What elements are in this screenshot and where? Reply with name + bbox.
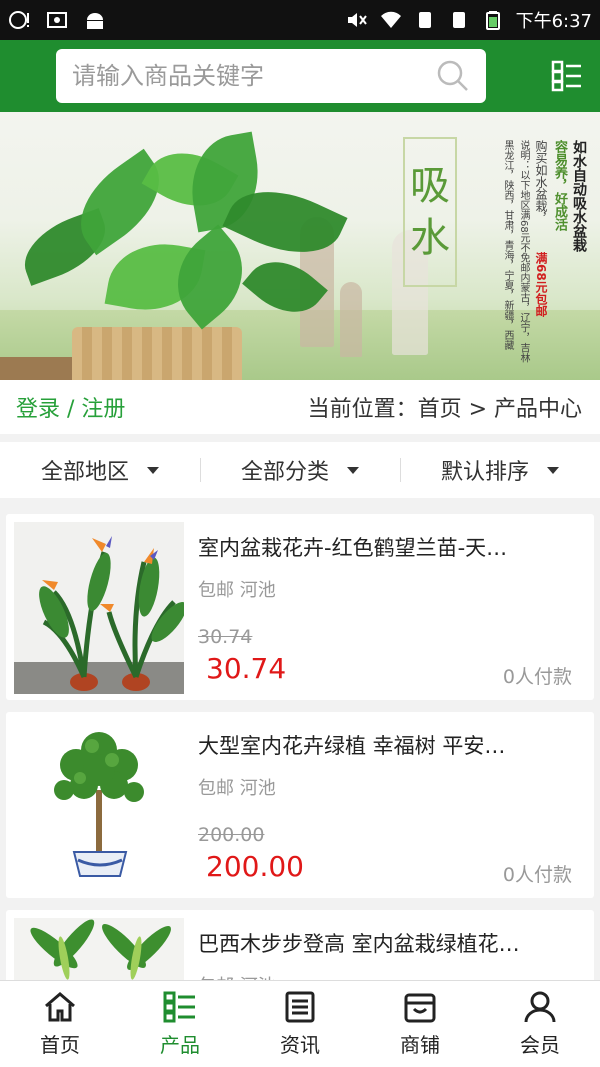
tab-label: 商铺 [400, 1032, 440, 1057]
list-menu-icon [551, 60, 581, 92]
dropdown-arrow-icon [547, 466, 559, 474]
product-image [14, 720, 184, 892]
calligraphy-char: 水 [410, 215, 450, 261]
breadcrumb-bar: 登录 / 注册 当前位置：首页 > 产品中心 [0, 380, 600, 434]
app-header [0, 40, 600, 112]
product-info: 大型室内花卉绿植 幸福树 平安… 包邮 河池 200.00 200.00 0人付… [184, 720, 586, 890]
banner-promo-note: 说明：以下地区满68元不免邮内蒙古，辽宁，吉林 [518, 140, 529, 363]
screenshot-icon [47, 12, 67, 28]
shop-icon [404, 993, 436, 1022]
search-box[interactable] [56, 49, 486, 103]
news-icon [285, 991, 315, 1022]
tab-home[interactable]: 首页 [0, 981, 120, 1067]
plant-pot [72, 327, 242, 380]
product-title: 大型室内花卉绿植 幸福树 平安… [198, 734, 506, 758]
filter-bar: 全部地区 全部分类 默认排序 [0, 442, 600, 498]
login-register-link[interactable]: 登录 / 注册 [16, 391, 125, 423]
product-meta: 包邮 河池 [198, 580, 276, 601]
original-price: 200.00 [198, 824, 265, 846]
product-title: 巴西木步步登高 室内盆栽绿植花… [198, 932, 520, 956]
notification-icon [9, 11, 29, 29]
product-title: 室内盆栽花卉-红色鹤望兰苗-天… [198, 536, 508, 560]
product-list-icon [163, 991, 195, 1022]
home-icon [45, 991, 75, 1021]
filter-sort[interactable]: 默认排序 [400, 454, 600, 486]
tab-news[interactable]: 资讯 [240, 981, 360, 1067]
dropdown-arrow-icon [147, 466, 159, 474]
tab-member[interactable]: 会员 [480, 981, 600, 1067]
product-meta: 包邮 河池 [198, 778, 276, 799]
tab-products[interactable]: 产品 [120, 981, 240, 1067]
filter-category[interactable]: 全部分类 [200, 454, 400, 486]
tab-label: 资讯 [280, 1032, 320, 1057]
banner-child [340, 282, 362, 357]
status-bar: 下午6:37 [0, 0, 600, 40]
tab-label: 首页 [40, 1032, 80, 1057]
search-icon[interactable] [436, 59, 470, 93]
battery-icon [485, 11, 500, 30]
banner-promo-note: 黑龙江，陕西，甘肃，青海，宁夏，新疆，西藏 [502, 140, 513, 350]
android-icon [87, 13, 103, 29]
tab-label: 产品 [160, 1032, 200, 1057]
status-time: 下午6:37 [515, 11, 592, 32]
member-icon [524, 991, 556, 1022]
sale-price: 30.74 [206, 652, 287, 685]
filter-label: 全部分类 [240, 460, 329, 485]
banner-promo-highlight: 满68元包邮 [534, 252, 548, 317]
product-list: 室内盆栽花卉-红色鹤望兰苗-天… 包邮 河池 30.74 30.74 0人付款 [0, 508, 600, 980]
banner-tagline: 容易养，好成活 [552, 140, 567, 231]
product-image [14, 522, 184, 694]
paid-count: 0人付款 [502, 666, 572, 688]
promo-banner[interactable]: 吸 水 如水自动吸水盆栽 容易养，好成活 购买如水盆栽， 满68元包邮 说明：以… [0, 112, 600, 380]
search-input[interactable] [72, 62, 436, 90]
calligraphy-char: 吸 [410, 163, 450, 209]
banner-promo-prefix: 购买如水盆栽， [534, 140, 548, 224]
product-info: 巴西木步步登高 室内盆栽绿植花… 包邮 河池 [184, 918, 586, 980]
filter-label: 全部地区 [40, 460, 129, 485]
original-price: 30.74 [198, 626, 253, 648]
breadcrumb: 当前位置：首页 > 产品中心 [307, 397, 582, 422]
tab-shop[interactable]: 商铺 [360, 981, 480, 1067]
calligraphy-frame: 吸 水 [403, 137, 457, 287]
happiness-tree-image [14, 720, 184, 892]
dropdown-arrow-icon [347, 466, 359, 474]
category-menu-button[interactable] [550, 59, 584, 93]
sim1-icon [418, 12, 431, 28]
dracaena-image [14, 918, 184, 980]
sale-price: 200.00 [206, 850, 304, 883]
product-card[interactable]: 巴西木步步登高 室内盆栽绿植花… 包邮 河池 [6, 910, 594, 980]
banner-headline: 如水自动吸水盆栽 [571, 140, 587, 252]
bird-of-paradise-image [14, 522, 184, 694]
bottom-tab-bar: 首页 产品 资讯 商铺 会员 [0, 980, 600, 1067]
mute-icon [347, 13, 367, 27]
filter-region[interactable]: 全部地区 [0, 454, 200, 486]
product-image [14, 918, 184, 980]
sim2-icon [452, 12, 465, 28]
filter-label: 默认排序 [440, 460, 529, 485]
product-card[interactable]: 大型室内花卉绿植 幸福树 平安… 包邮 河池 200.00 200.00 0人付… [6, 712, 594, 898]
tab-label: 会员 [520, 1032, 560, 1057]
product-card[interactable]: 室内盆栽花卉-红色鹤望兰苗-天… 包邮 河池 30.74 30.74 0人付款 [6, 514, 594, 700]
wifi-icon [380, 11, 401, 28]
product-meta: 包邮 河池 [198, 972, 578, 980]
paid-count: 0人付款 [502, 864, 572, 886]
product-info: 室内盆栽花卉-红色鹤望兰苗-天… 包邮 河池 30.74 30.74 0人付款 [184, 522, 586, 692]
